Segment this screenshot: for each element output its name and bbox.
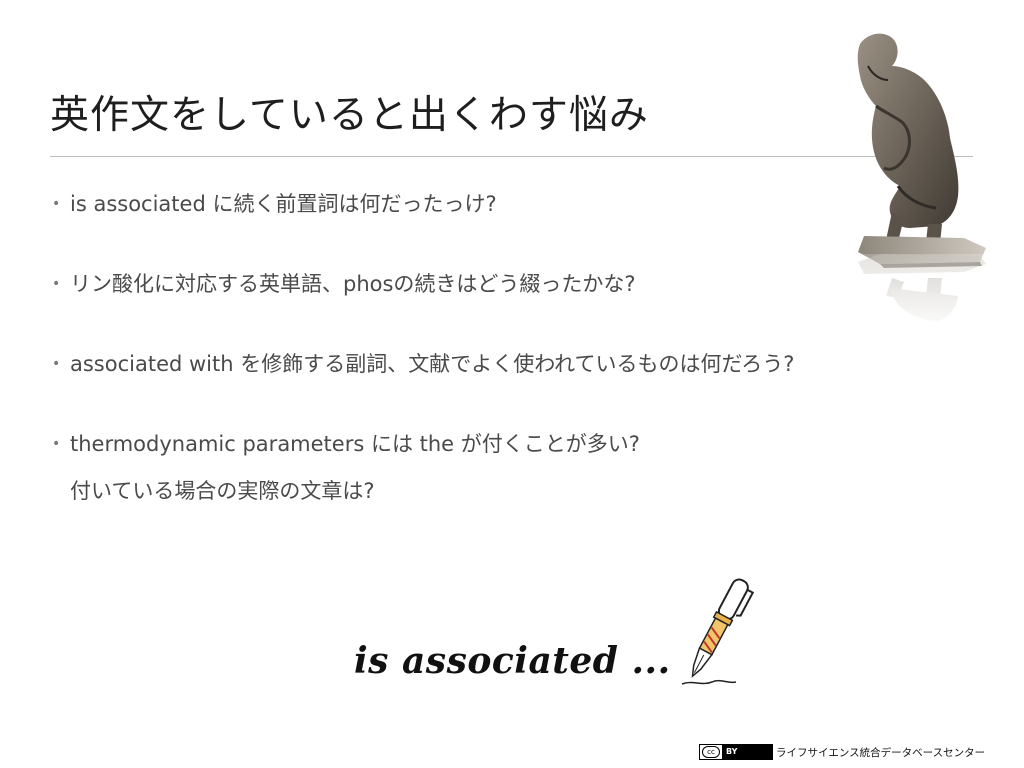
fountain-pen-icon — [681, 578, 755, 685]
footer-license: cc BY ライフサイエンス統合データベースセンター — [699, 744, 985, 760]
handwritten-phrase: is associated ... — [354, 640, 671, 682]
license-by-label: BY — [722, 745, 772, 759]
bullet-item-4: • thermodynamic parameters には the が付くことが… — [52, 426, 982, 510]
bullet-item-3: • associated with を修飾する副詞、文献でよく使われているものは… — [52, 346, 982, 383]
bullet-marker: • — [52, 356, 61, 372]
bullet-marker: • — [52, 276, 61, 292]
statue-figure — [857, 33, 959, 244]
statue-reflection — [840, 254, 990, 331]
cc-by-badge: cc BY — [699, 744, 773, 760]
slide-title: 英作文をしていると出くわす悩み — [50, 93, 649, 138]
bullet-marker: • — [52, 436, 61, 452]
organization-name: ライフサイエンス統合データベースセンター — [776, 746, 986, 759]
bullet-text: thermodynamic parameters には the が付くことが多い… — [70, 432, 640, 456]
bullet-text-continued: 付いている場合の実際の文章は? — [70, 479, 375, 503]
bullet-text: associated with を修飾する副詞、文献でよく使われているものは何だ… — [70, 352, 795, 376]
bullet-marker: • — [52, 196, 61, 212]
creative-commons-icon: cc — [702, 746, 720, 758]
thinker-statue-icon — [840, 33, 990, 331]
slide: 英作文をしていると出くわす悩み • is associated に続く前置詞は何… — [0, 0, 1024, 768]
title-divider — [50, 156, 973, 157]
